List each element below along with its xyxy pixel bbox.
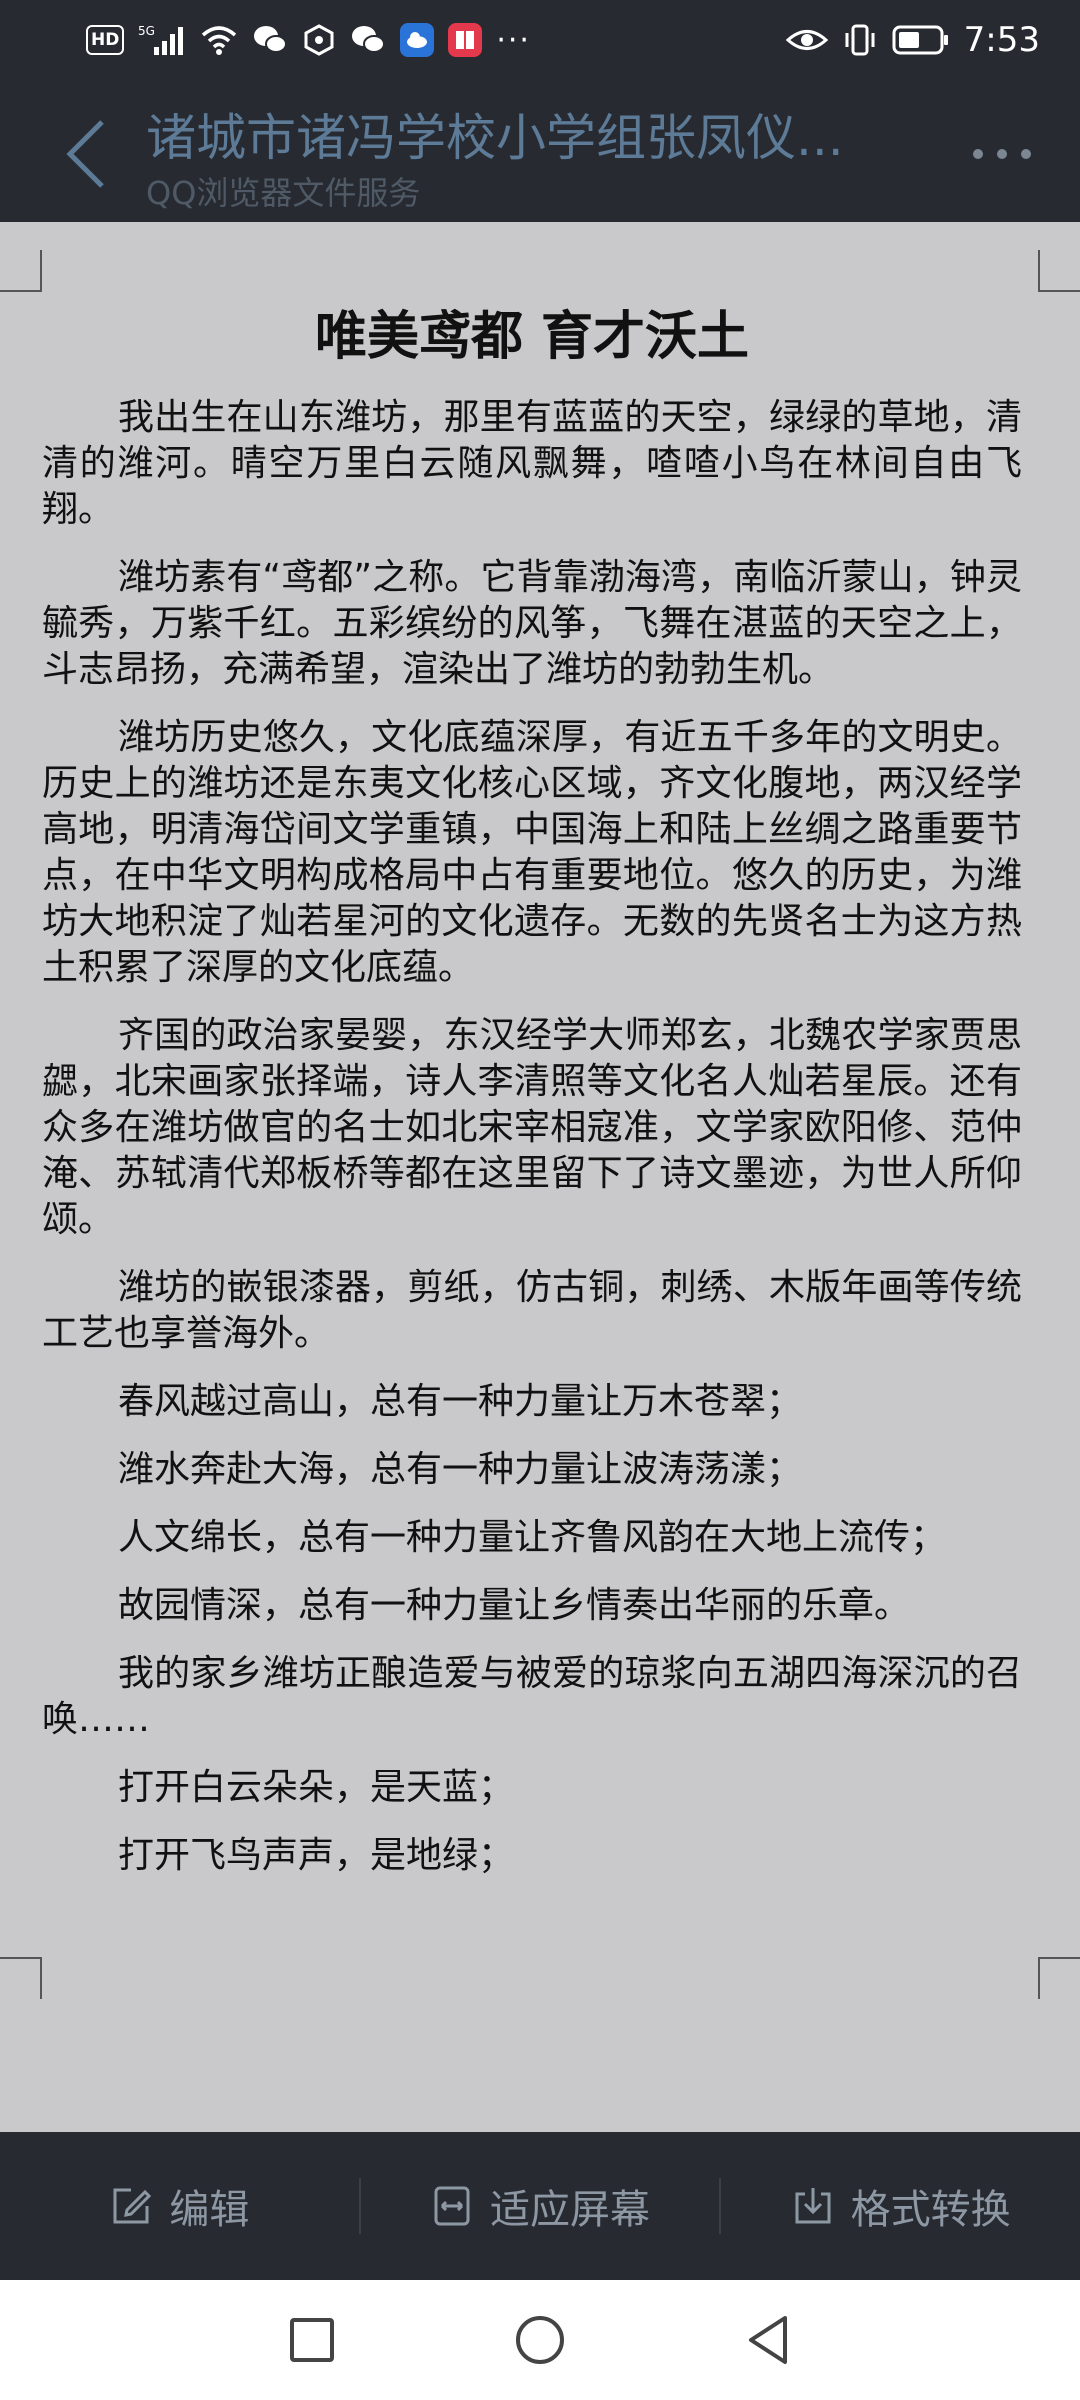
document-title: 唯美鸢都 育才沃土 xyxy=(314,307,750,367)
paragraph: 我的家乡潍坊正酿造爱与被爱的琼浆向五湖四海深沉的召唤…… xyxy=(42,1653,1022,1740)
triangle-back-icon xyxy=(749,2316,787,2364)
page-corner-mark xyxy=(1038,250,1080,292)
back-nav-button[interactable] xyxy=(738,2310,798,2370)
more-notifications-icon: ··· xyxy=(496,22,531,58)
back-button[interactable] xyxy=(60,114,120,194)
wechat-icon-2 xyxy=(350,23,386,57)
paragraph: 故园情深，总有一种力量让乡情奏出华丽的乐章。 xyxy=(118,1585,911,1626)
edit-button[interactable]: 编辑 xyxy=(0,2177,359,2235)
more-options-button[interactable] xyxy=(970,128,1040,174)
document-viewer[interactable]: 唯美鸢都 育才沃土 我出生在山东潍坊，那里有蓝蓝的天空，绿绿的草地，清清的潍河。… xyxy=(0,222,1080,2132)
paragraph: 春风越过高山，总有一种力量让万木苍翠； xyxy=(118,1381,803,1422)
fit-screen-label: 适应屏幕 xyxy=(490,2187,650,2233)
paragraph: 潍坊素有“鸢都”之称。它背靠渤海湾，南临沂蒙山，钟灵毓秀，万紫千红。五彩缤纷的风… xyxy=(42,557,1022,690)
battery-icon xyxy=(892,23,950,57)
page-corner-mark xyxy=(0,250,42,292)
eye-icon xyxy=(785,23,828,57)
circle-icon xyxy=(516,2316,564,2364)
download-convert-icon xyxy=(795,2188,831,2224)
fit-screen-button[interactable]: 适应屏幕 xyxy=(361,2177,720,2235)
status-bar-left: HD 5G ··· xyxy=(86,22,531,58)
paragraph: 打开飞鸟声声，是地绿； xyxy=(118,1835,515,1876)
paragraph: 打开白云朵朵，是天蓝； xyxy=(118,1767,515,1808)
cloud-app-icon xyxy=(400,23,435,57)
chevron-left-icon xyxy=(66,120,104,188)
paragraph: 潍坊历史悠久，文化底蕴深厚，有近五千多年的文明史。历史上的潍坊还是东夷文化核心区… xyxy=(42,717,1022,988)
wifi-icon xyxy=(200,23,238,57)
paragraph: 齐国的政治家晏婴，东汉经学大师郑玄，北魏农学家贾思勰，北宋画家张择端，诗人李清照… xyxy=(42,1015,1022,1240)
home-button[interactable] xyxy=(510,2310,570,2370)
hd-icon: HD xyxy=(86,25,125,55)
convert-format-button[interactable]: 格式转换 xyxy=(721,2177,1080,2235)
document-body: 唯美鸢都 育才沃土 我出生在山东潍坊，那里有蓝蓝的天空，绿绿的草地，清清的潍河。… xyxy=(42,294,1022,1901)
paragraph: 人文绵长，总有一种力量让齐鲁风韵在大地上流传； xyxy=(118,1517,947,1558)
paragraph: 潍坊的嵌银漆器，剪纸，仿古铜，刺绣、木版年画等传统工艺也享誉海外。 xyxy=(42,1267,1022,1354)
status-bar: HD 5G ··· 7:53 xyxy=(0,0,1080,80)
wechat-icon xyxy=(252,23,288,57)
page-corner-mark xyxy=(1038,1957,1080,1999)
fit-screen-icon xyxy=(434,2186,470,2226)
page-title: 诸城市诸冯学校小学组张凤仪... xyxy=(146,109,844,167)
app-header: 诸城市诸冯学校小学组张凤仪... QQ浏览器文件服务 xyxy=(0,80,1080,222)
status-bar-right: 7:53 xyxy=(785,20,1040,60)
square-icon xyxy=(290,2318,334,2362)
edit-label: 编辑 xyxy=(169,2187,250,2233)
hexagon-app-icon xyxy=(302,23,336,57)
system-navigation-bar xyxy=(0,2280,1080,2400)
bottom-toolbar: 编辑 适应屏幕 格式转换 xyxy=(0,2132,1080,2280)
recent-apps-button[interactable] xyxy=(282,2310,342,2370)
edit-icon xyxy=(113,2188,152,2224)
page-subtitle: QQ浏览器文件服务 xyxy=(146,174,421,212)
more-dots-icon xyxy=(973,149,1031,159)
page-corner-mark xyxy=(0,1957,42,1999)
paragraph: 潍水奔赴大海，总有一种力量让波涛荡漾； xyxy=(118,1449,803,1490)
network-type-label: 5G xyxy=(138,24,155,38)
clock-time: 7:53 xyxy=(963,20,1040,60)
vibrate-icon xyxy=(842,23,878,57)
signal-icon: 5G xyxy=(138,23,186,57)
book-app-icon xyxy=(448,23,483,57)
paragraph: 我出生在山东潍坊，那里有蓝蓝的天空，绿绿的草地，清清的潍河。晴空万里白云随风飘舞… xyxy=(42,397,1022,530)
convert-format-label: 格式转换 xyxy=(850,2187,1011,2233)
